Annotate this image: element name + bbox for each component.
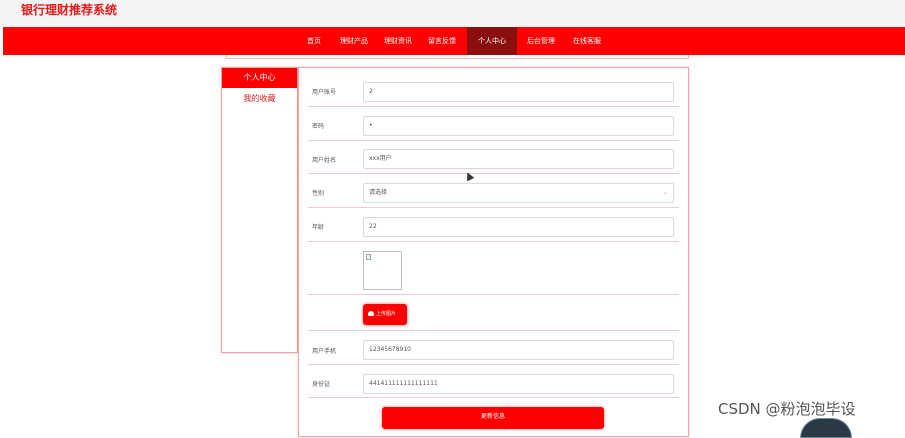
row-divider	[308, 294, 679, 295]
row-divider	[308, 241, 679, 242]
sidebar: 个人中心 我的收藏	[221, 67, 298, 353]
row-divider	[308, 173, 679, 174]
account-label: 用户账号	[312, 89, 337, 96]
nav-underline	[226, 55, 689, 59]
age-label: 年龄	[312, 224, 325, 231]
broken-image-icon	[366, 254, 371, 260]
password-input[interactable]: •	[363, 116, 674, 136]
chevron-down-icon: ⌄	[662, 189, 668, 196]
gender-select[interactable]: 请选择 ⌄	[363, 183, 674, 203]
site-title: 银行理财推荐系统	[21, 3, 118, 17]
sidebar-item-favorites[interactable]: 我的收藏	[222, 89, 297, 109]
top-header: 银行理财推荐系统	[0, 0, 905, 27]
floating-widget-icon[interactable]	[800, 418, 852, 438]
row-divider	[308, 397, 679, 398]
nav-personal-center[interactable]: 个人中心	[467, 27, 517, 55]
id-card-input[interactable]: 441411111111111111	[363, 374, 674, 394]
id-card-label: 身份证	[312, 381, 331, 388]
main-nav: 首页 理财产品 理财资讯 留言反馈 个人中心 后台管理 在线客服	[3, 27, 905, 55]
row-divider	[308, 140, 679, 141]
nav-feedback[interactable]: 留言反馈	[422, 27, 462, 55]
row-divider	[308, 330, 679, 331]
nav-products[interactable]: 理财产品	[334, 27, 374, 55]
name-label: 用户姓名	[312, 157, 337, 164]
phone-input[interactable]: 12345678910	[363, 340, 674, 360]
name-input[interactable]: xxx用户	[363, 149, 674, 169]
password-label: 密码	[312, 123, 325, 130]
sidebar-item-personal-center[interactable]: 个人中心	[222, 68, 297, 88]
row-divider	[308, 207, 679, 208]
phone-label: 用户手机	[312, 348, 337, 355]
gender-label: 性别	[312, 190, 325, 197]
cloud-upload-icon	[368, 311, 374, 316]
upload-image-label: 上传图片	[376, 311, 397, 317]
avatar-image	[363, 251, 402, 290]
gender-select-value: 请选择	[369, 189, 388, 196]
nav-online-service[interactable]: 在线客服	[567, 27, 607, 55]
watermark: CSDN @粉泡泡毕设	[718, 400, 856, 418]
nav-news[interactable]: 理财资讯	[378, 27, 418, 55]
age-input[interactable]: 22	[363, 217, 674, 237]
account-input[interactable]: 2	[363, 82, 674, 102]
row-divider	[308, 106, 679, 107]
nav-home[interactable]: 首页	[299, 27, 329, 55]
nav-admin[interactable]: 后台管理	[521, 27, 561, 55]
upload-image-button[interactable]: 上传图片	[363, 304, 407, 325]
row-divider	[308, 364, 679, 365]
